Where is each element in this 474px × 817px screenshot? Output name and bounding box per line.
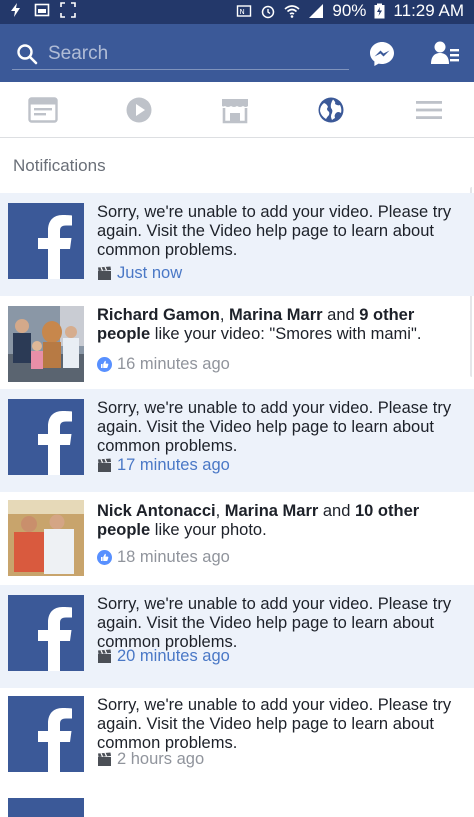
friend-requests-icon[interactable] bbox=[430, 40, 460, 68]
group-photo-thumbnail bbox=[8, 306, 84, 382]
tab-news-feed[interactable] bbox=[28, 96, 58, 124]
gallery-icon bbox=[34, 3, 50, 17]
alarm-icon bbox=[262, 5, 275, 19]
notification-item[interactable]: Sorry, we're unable to add your video. P… bbox=[0, 585, 474, 688]
notification-time: 2 hours ago bbox=[117, 750, 205, 768]
flash-icon bbox=[11, 3, 20, 17]
tab-marketplace[interactable] bbox=[220, 96, 250, 124]
tab-notifications[interactable] bbox=[316, 96, 346, 124]
notification-meta: 16 minutes ago bbox=[97, 355, 230, 374]
facebook-logo-icon bbox=[8, 595, 84, 671]
battery-percent: 90% bbox=[332, 1, 367, 20]
actor-name[interactable]: Marina Marr bbox=[229, 306, 323, 324]
video-clapper-icon bbox=[98, 266, 111, 280]
signal-icon bbox=[309, 4, 324, 18]
notification-meta: 20 minutes ago bbox=[97, 647, 230, 666]
actor-name[interactable]: Richard Gamon bbox=[97, 306, 220, 324]
actor-name[interactable]: Nick Antonacci bbox=[97, 502, 216, 520]
notifications-heading: Notifications bbox=[13, 156, 106, 175]
notification-item[interactable]: Sorry, we're unable to add your video. P… bbox=[0, 389, 474, 492]
notification-time: 16 minutes ago bbox=[117, 355, 230, 373]
tab-bar bbox=[0, 82, 474, 138]
video-clapper-icon bbox=[98, 752, 111, 766]
nfc-icon: N bbox=[237, 5, 252, 17]
status-bar: N 90% 11:29 AM bbox=[0, 0, 474, 24]
video-clapper-icon bbox=[98, 458, 111, 472]
people-photo-thumbnail bbox=[8, 500, 84, 576]
top-bar: Search bbox=[0, 24, 474, 82]
notification-text: Sorry, we're unable to add your video. P… bbox=[97, 203, 452, 259]
notification-time: 18 minutes ago bbox=[117, 548, 230, 566]
notification-text: Sorry, we're unable to add your video. P… bbox=[97, 399, 452, 455]
actor-name[interactable]: Marina Marr bbox=[225, 502, 319, 520]
notification-meta: 18 minutes ago bbox=[97, 548, 230, 567]
notification-item[interactable]: Richard Gamon, Marina Marr and 9 other p… bbox=[0, 296, 474, 389]
wifi-icon bbox=[284, 5, 300, 18]
like-icon bbox=[97, 357, 112, 372]
facebook-logo-icon bbox=[8, 399, 84, 475]
notification-text: Nick Antonacci, Marina Marr and 10 other… bbox=[97, 502, 420, 539]
notification-meta: Just now bbox=[97, 264, 182, 283]
notification-time: Just now bbox=[117, 264, 183, 282]
like-icon bbox=[97, 550, 112, 565]
notification-text: Richard Gamon, Marina Marr and 9 other p… bbox=[97, 306, 422, 343]
screenshot-icon bbox=[60, 2, 76, 18]
facebook-logo-icon bbox=[8, 798, 84, 817]
messenger-icon[interactable] bbox=[368, 40, 396, 68]
search-icon bbox=[17, 43, 38, 64]
notification-time: 20 minutes ago bbox=[117, 647, 230, 665]
clock: 11:29 AM bbox=[393, 1, 464, 20]
search-bar[interactable]: Search bbox=[12, 38, 349, 70]
notification-item[interactable]: Nick Antonacci, Marina Marr and 10 other… bbox=[0, 492, 474, 585]
tab-menu[interactable] bbox=[414, 96, 444, 124]
notification-item-partial[interactable] bbox=[0, 793, 474, 817]
svg-text:N: N bbox=[240, 8, 245, 16]
notification-meta: 2 hours ago bbox=[97, 750, 204, 769]
notifications-list: Sorry, we're unable to add your video. P… bbox=[0, 193, 474, 817]
notification-text: Sorry, we're unable to add your video. P… bbox=[97, 696, 452, 752]
notification-time: 17 minutes ago bbox=[117, 456, 230, 474]
notification-item[interactable]: Sorry, we're unable to add your video. P… bbox=[0, 688, 474, 793]
notification-meta: 17 minutes ago bbox=[97, 456, 230, 475]
notification-text: Sorry, we're unable to add your video. P… bbox=[97, 595, 452, 651]
tab-video[interactable] bbox=[124, 96, 154, 124]
search-input[interactable]: Search bbox=[48, 43, 108, 65]
facebook-logo-icon bbox=[8, 696, 84, 772]
facebook-logo-icon bbox=[8, 203, 84, 279]
battery-charging-icon bbox=[374, 3, 385, 19]
video-clapper-icon bbox=[98, 649, 111, 663]
notification-item[interactable]: Sorry, we're unable to add your video. P… bbox=[0, 193, 474, 296]
